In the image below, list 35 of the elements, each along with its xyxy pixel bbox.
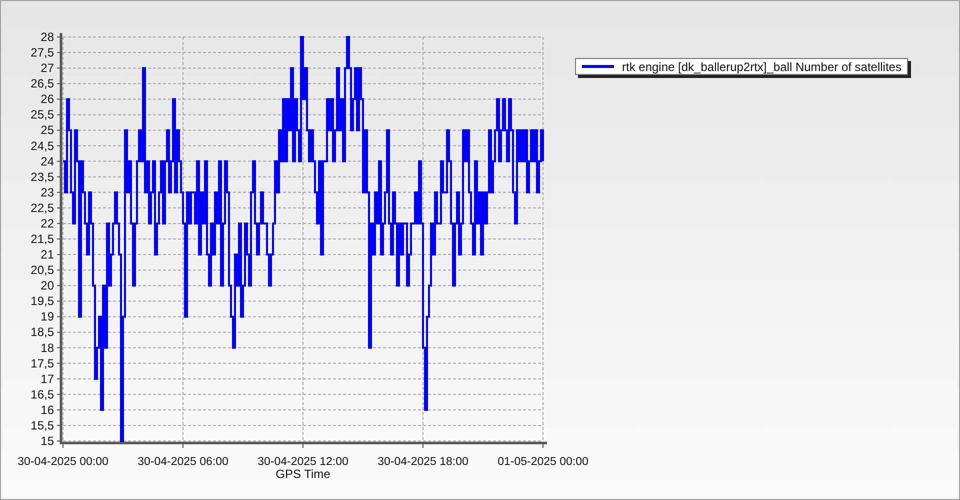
x-tick-label: 30-04-2025 12:00 (258, 456, 348, 468)
y-tick-label: 18,5 (30, 325, 54, 340)
y-tick-label: 20,5 (30, 263, 54, 278)
y-tick-label: 28 (40, 30, 54, 44)
y-tick-label: 24 (40, 154, 54, 168)
y-tick-label: 21,5 (30, 232, 54, 246)
x-axis-title: GPS Time (276, 467, 330, 481)
y-tick-label: 18 (40, 340, 54, 355)
y-tick-label: 25,5 (30, 108, 54, 122)
legend-swatch-icon (582, 65, 614, 68)
y-tick-label: 16,5 (30, 387, 54, 402)
y-tick-label: 26,5 (30, 76, 54, 91)
y-tick-label: 17,5 (30, 356, 54, 370)
y-tick-label: 27,5 (30, 46, 54, 60)
x-tick-label: 30-04-2025 06:00 (138, 456, 228, 468)
x-tick-label: 01-05-2025 00:00 (498, 456, 588, 468)
y-tick-label: 15,5 (30, 418, 54, 432)
y-tick-label: 25 (40, 123, 54, 138)
y-tick-label: 23 (40, 185, 54, 200)
y-tick-label: 17 (40, 372, 54, 386)
y-tick-label: 24,5 (30, 138, 54, 153)
y-tick-label: 16 (40, 402, 54, 417)
y-tick-label: 15 (40, 434, 54, 448)
y-tick-label: 19 (40, 310, 54, 324)
y-tick-label: 21 (40, 248, 54, 262)
x-tick-label: 30-04-2025 18:00 (378, 456, 468, 468)
y-tick-label: 22 (40, 216, 54, 230)
y-tick-label: 23,5 (30, 170, 54, 184)
y-tick-label: 20 (40, 278, 54, 293)
y-tick-label: 19,5 (30, 294, 54, 308)
y-tick-label: 27 (40, 61, 54, 76)
x-tick-label: 30-04-2025 00:00 (18, 456, 108, 468)
y-tick-label: 26 (40, 92, 54, 106)
y-tick-label: 22,5 (30, 200, 54, 215)
legend-label: rtk engine [dk_ballerup2rtx]_ball Number of satellites (622, 58, 902, 76)
